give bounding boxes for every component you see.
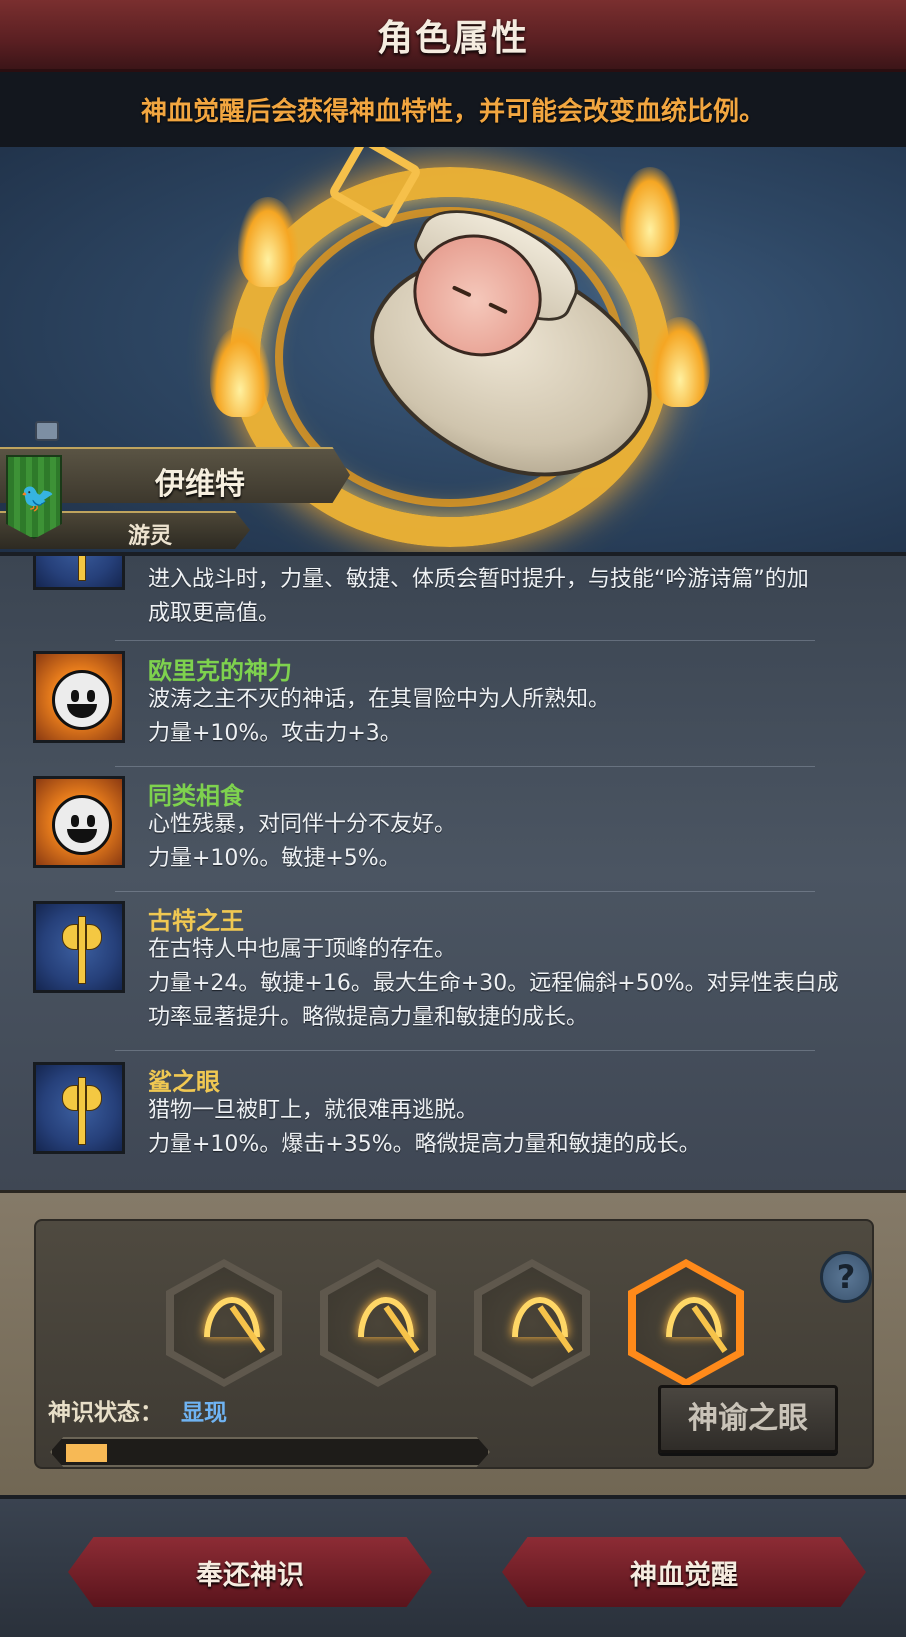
divine-slot-3[interactable] [474,1259,590,1387]
divine-progress-bar [50,1437,490,1467]
flame-icon [238,197,298,287]
smile-sun-icon [33,776,125,868]
trident-icon [666,1297,728,1361]
divine-inner-panel: ? 神识状态： 显现 神谕之眼 [34,1219,874,1469]
character-class: 游灵 [128,524,173,549]
flame-icon [210,327,270,417]
hint-bar: 神血觉醒后会获得神血特性，并可能会改变血统比例。 [0,72,906,147]
help-button[interactable]: ? [820,1251,872,1303]
divine-slot-4[interactable] [628,1259,744,1387]
hint-text: 神血觉醒后会获得神血特性，并可能会改变血统比例。 [140,97,765,127]
status-label: 神识状态： [48,1400,163,1426]
divider [115,766,815,767]
character-name: 伊维特 [155,467,245,502]
trait-name: 古特之王 [148,907,244,935]
axe-icon [33,556,125,590]
trait-desc: 力量+24。敏捷+16。最大生命+30。远程偏斜+50%。对异性表白成 [148,971,839,996]
trait-desc: 在古特人中也属于顶峰的存在。 [148,937,457,962]
trait-desc: 功率显著提升。略微提高力量和敏捷的成长。 [148,1005,589,1030]
divine-panel: ? 神识状态： 显现 神谕之眼 [0,1190,906,1495]
oracle-eye-button[interactable]: 神谕之眼 [658,1385,838,1453]
flame-icon [620,167,680,257]
rank-crest-icon [35,421,59,441]
eye [451,285,472,298]
title-bar: 角色属性 [0,0,906,72]
divider [115,891,815,892]
eye [488,302,508,315]
trident-icon [358,1297,420,1361]
trident-icon [204,1297,266,1361]
trait-desc: 心性残暴，对同伴十分不友好。 [148,812,457,837]
divider [115,640,815,641]
divine-slot-1[interactable] [166,1259,282,1387]
trait-desc: 猎物一旦被盯上，就很难再逃脱。 [148,1098,479,1123]
axe-icon [33,1062,125,1154]
trait-desc: 波涛之主不灭的神话，在其冒险中为人所熟知。 [148,687,611,712]
trait-desc: 进入战斗时，力量、敏捷、体质会暂时提升，与技能“吟游诗篇”的加 [148,567,809,592]
action-bar: 奉还神识 神血觉醒 [0,1495,906,1637]
status-value: 显现 [181,1400,227,1426]
trait-desc: 力量+10%。爆击+35%。略微提高力量和敏捷的成长。 [148,1132,701,1157]
divine-slot-2[interactable] [320,1259,436,1387]
trait-list[interactable]: 进入战斗时，力量、敏捷、体质会暂时提升，与技能“吟游诗篇”的加 成取更高值。 欧… [0,552,906,1190]
blood-awaken-button[interactable]: 神血觉醒 [502,1537,866,1607]
trait-desc: 成取更高值。 [148,601,281,626]
progress-fill [66,1444,107,1462]
trait-name: 鲨之眼 [148,1068,220,1096]
trait-name: 同类相食 [148,782,244,810]
trident-icon [512,1297,574,1361]
trait-desc: 力量+10%。攻击力+3。 [148,721,402,746]
question-icon: ? [836,1258,856,1296]
divider [115,1050,815,1051]
smile-sun-icon [33,651,125,743]
axe-icon [33,901,125,993]
family-flag-icon: 🐦 [6,455,62,539]
page-title: 角色属性 [376,17,529,59]
crow-icon: 🐦 [20,481,55,514]
trait-desc: 力量+10%。敏捷+5%。 [148,846,401,871]
trait-name: 欧里克的神力 [148,657,292,685]
return-divine-button[interactable]: 奉还神识 [68,1537,432,1607]
